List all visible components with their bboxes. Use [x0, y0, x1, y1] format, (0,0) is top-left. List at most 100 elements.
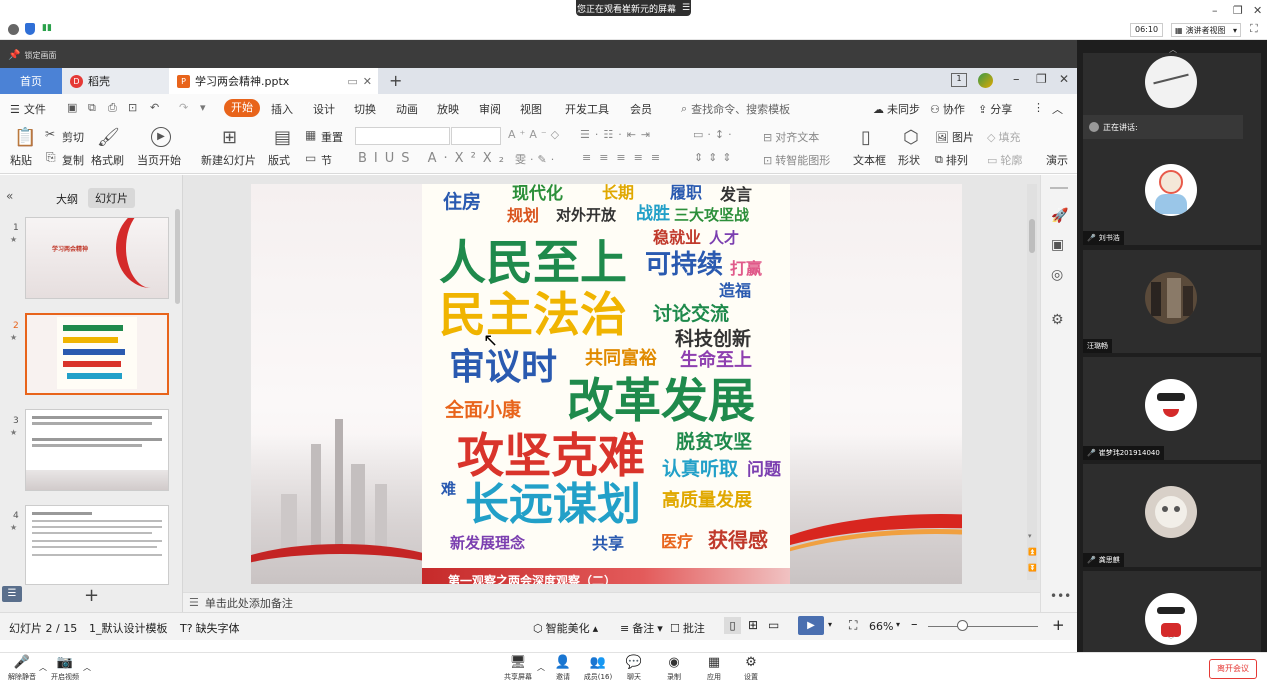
- smart-art-button[interactable]: ⊡ 转智能图形: [763, 152, 830, 168]
- rocket-icon[interactable]: 🚀: [1051, 208, 1068, 224]
- menu-member[interactable]: 会员: [630, 101, 652, 117]
- zoom-level[interactable]: 66%: [869, 620, 893, 633]
- user-avatar[interactable]: [978, 73, 993, 88]
- menu-transition[interactable]: 切换: [354, 101, 376, 117]
- template-name[interactable]: 1_默认设计模板: [89, 620, 168, 636]
- file-menu[interactable]: ☰ 文件: [10, 101, 46, 117]
- undo-icon[interactable]: ↶: [150, 101, 159, 114]
- menu-insert[interactable]: 插入: [271, 101, 293, 117]
- zoom-slider[interactable]: [928, 626, 1038, 627]
- missing-font-button[interactable]: T? 缺失字体: [180, 620, 240, 636]
- textbox-button[interactable]: 文本框: [853, 152, 886, 168]
- outline-button[interactable]: ▭ 轮廓: [987, 152, 1022, 168]
- menu-design[interactable]: 设计: [313, 101, 335, 117]
- prev-page-icon[interactable]: ⏫: [1028, 548, 1037, 556]
- slide-scrollbar-thumb[interactable]: [1029, 219, 1035, 253]
- paste-button[interactable]: 粘贴: [10, 152, 32, 168]
- collapse-pane-icon[interactable]: «: [6, 189, 13, 203]
- view-mode-select[interactable]: ▦ 演讲者视图 ▾: [1171, 23, 1241, 37]
- reading-view-icon[interactable]: ▭: [768, 618, 779, 632]
- restore-icon[interactable]: ❐: [1233, 4, 1243, 17]
- phonetic-highlight-icons[interactable]: 雯·✎·: [515, 151, 558, 167]
- zoom-in-icon[interactable]: +: [1052, 616, 1065, 634]
- menu-developer[interactable]: 开发工具: [565, 101, 609, 117]
- tab-outline[interactable]: 大纲: [56, 191, 78, 207]
- add-slide-icon[interactable]: +: [84, 585, 99, 606]
- font-size-grow-icon[interactable]: A⁺A⁻◇: [508, 128, 563, 141]
- menu-animation[interactable]: 动画: [396, 101, 418, 117]
- invite-button[interactable]: 👤 邀请: [543, 655, 583, 682]
- next-page-icon[interactable]: ⏬: [1028, 564, 1037, 572]
- font-size-select[interactable]: [451, 127, 501, 145]
- tab-docer[interactable]: D 稻壳: [62, 68, 169, 94]
- participant-tile[interactable]: 汪璐畅: [1083, 250, 1261, 353]
- spacing-icons[interactable]: ⇕⇕⇕: [694, 151, 737, 164]
- copy-button[interactable]: 复制: [62, 152, 84, 168]
- more-icon[interactable]: ⋮: [1033, 101, 1044, 114]
- section-button[interactable]: 节: [321, 152, 332, 168]
- paste-icon[interactable]: 📋: [14, 127, 36, 148]
- slide-thumbnail-4[interactable]: [25, 505, 169, 585]
- settings-button[interactable]: ⚙ 设置: [731, 655, 771, 682]
- chevron-down-icon[interactable]: ▾: [896, 620, 900, 629]
- menu-view[interactable]: 视图: [520, 101, 542, 117]
- close-icon[interactable]: ✕: [1253, 4, 1262, 17]
- fill-button[interactable]: ◇ 填充: [987, 129, 1020, 145]
- show-button[interactable]: 演示: [1046, 152, 1068, 168]
- info-icon[interactable]: [8, 24, 19, 35]
- quick-access-chevron-icon[interactable]: ▾: [200, 101, 206, 114]
- monitor-icon[interactable]: ▭: [347, 75, 357, 88]
- shield-icon[interactable]: [25, 23, 35, 35]
- layout-button[interactable]: 版式: [268, 152, 290, 168]
- unmute-button[interactable]: 🎤 解除静音: [2, 655, 42, 682]
- participant-tile[interactable]: 🎤 刘书浩: [1083, 142, 1261, 245]
- slide-thumbnail-1[interactable]: 学习两会精神: [25, 217, 169, 299]
- participant-tile[interactable]: 正在讲话:: [1083, 53, 1261, 156]
- shape-icon[interactable]: ⬡: [903, 127, 919, 148]
- apps-button[interactable]: ▦ 应用: [694, 655, 734, 682]
- image-button[interactable]: 🖼 图片: [935, 129, 974, 145]
- comments-toggle[interactable]: ☐ 批注: [670, 620, 705, 636]
- more-icon[interactable]: •••: [1050, 589, 1071, 603]
- menu-review[interactable]: 审阅: [479, 101, 501, 117]
- notes-bar[interactable]: ☰ 单击此处添加备注: [183, 592, 1040, 612]
- thumb-scrollbar[interactable]: [175, 209, 180, 304]
- chevron-down-icon[interactable]: ﹀: [1167, 635, 1175, 646]
- chevron-down-icon[interactable]: ▾: [828, 620, 832, 629]
- command-search[interactable]: ⌕ 查找命令、搜索模板: [681, 101, 790, 117]
- text-style-icons[interactable]: BIUS A·X²X₂: [358, 151, 511, 166]
- compass-icon[interactable]: ◎: [1051, 267, 1063, 283]
- menu-start[interactable]: 开始: [224, 99, 260, 117]
- close-tab-icon[interactable]: ✕: [363, 75, 372, 88]
- redo-icon[interactable]: ↷: [179, 101, 188, 114]
- collab-button[interactable]: ⚇ 协作: [930, 101, 965, 117]
- chat-button[interactable]: 💬 聊天: [614, 655, 654, 682]
- textbox-icon[interactable]: ▯: [861, 127, 871, 148]
- sync-status[interactable]: ☁ 未同步: [873, 101, 920, 117]
- section-icon[interactable]: ▭: [305, 151, 316, 165]
- new-slide-button[interactable]: 新建幻灯片: [201, 152, 256, 168]
- format-brush-icon[interactable]: 🖌: [97, 127, 120, 148]
- align-icons[interactable]: ≡≡≡≡≡: [582, 151, 668, 164]
- smart-beautify-button[interactable]: ⬡ 智能美化 ▴: [533, 620, 598, 636]
- normal-view-icon[interactable]: ▯: [724, 617, 741, 634]
- zoom-slider-thumb[interactable]: [957, 620, 968, 631]
- leave-meeting-button[interactable]: 离开会议: [1209, 659, 1257, 679]
- slide-canvas[interactable]: 住房 现代化 长期 履职 发言 规划 对外开放 战胜 三大攻坚战 稳就业 人才 …: [251, 184, 962, 584]
- reset-icon[interactable]: ▦: [305, 128, 316, 142]
- new-tab-icon[interactable]: +: [389, 71, 402, 90]
- minimize-icon[interactable]: –: [1212, 4, 1218, 17]
- start-video-button[interactable]: 📷 开启视频: [45, 655, 85, 682]
- menu-slideshow[interactable]: 放映: [437, 101, 459, 117]
- record-button[interactable]: ◉ 录制: [654, 655, 694, 682]
- layout-icon[interactable]: ▤: [274, 127, 291, 148]
- export-pdf-icon[interactable]: ⧉: [88, 101, 96, 115]
- close-icon[interactable]: ✕: [1059, 72, 1069, 86]
- restore-icon[interactable]: ❐: [1036, 72, 1047, 86]
- arrange-button[interactable]: ⧉ 排列: [935, 152, 968, 168]
- chevron-up-icon[interactable]: ︿: [83, 662, 91, 673]
- members-button[interactable]: 👥 成员(16): [578, 655, 618, 682]
- format-brush-button[interactable]: 格式刷: [91, 152, 124, 168]
- participant-tile[interactable]: 🎤 龚思麒: [1083, 464, 1261, 567]
- tab-home[interactable]: 首页: [0, 68, 62, 94]
